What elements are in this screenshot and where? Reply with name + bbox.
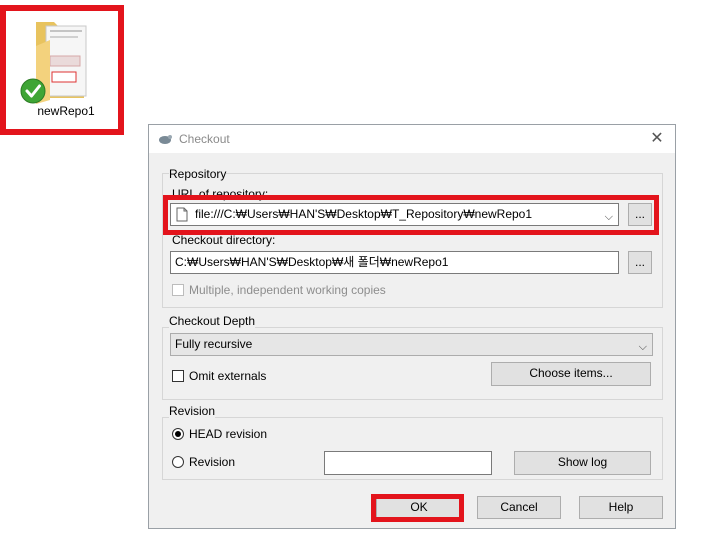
dialog-title: Checkout xyxy=(179,132,230,146)
highlight-url-field xyxy=(163,195,659,235)
checkout-directory-input[interactable]: C:₩Users₩HAN'S₩Desktop₩새 폴더₩newRepo1 xyxy=(170,251,619,274)
title-bar: Checkout ✕ xyxy=(149,125,675,153)
revision-group-label: Revision xyxy=(169,404,216,418)
checkout-directory-label: Checkout directory: xyxy=(172,233,276,247)
multiple-working-copies-label: Multiple, independent working copies xyxy=(189,283,386,297)
multiple-working-copies-checkbox[interactable] xyxy=(172,284,184,296)
repository-group-label: Repository xyxy=(169,167,227,181)
checkout-depth-group-label: Checkout Depth xyxy=(169,314,256,328)
cancel-button[interactable]: Cancel xyxy=(477,496,561,519)
revision-input[interactable] xyxy=(324,451,492,475)
omit-externals-checkbox[interactable] xyxy=(172,370,184,382)
revision-radio[interactable] xyxy=(172,456,184,468)
chevron-down-icon[interactable]: ⌵ xyxy=(639,337,647,355)
checkout-dialog: Checkout ✕ Repository URL of repository:… xyxy=(148,124,676,529)
highlight-ok-button xyxy=(371,494,464,522)
depth-select[interactable]: Fully recursive ⌵ xyxy=(170,333,653,356)
highlight-desktop-icon xyxy=(0,5,124,135)
help-button[interactable]: Help xyxy=(579,496,663,519)
show-log-button[interactable]: Show log xyxy=(514,451,651,475)
browse-directory-button[interactable]: ... xyxy=(628,251,652,274)
choose-items-button[interactable]: Choose items... xyxy=(491,362,651,386)
revision-label: Revision xyxy=(189,455,236,469)
close-button[interactable]: ✕ xyxy=(647,129,667,149)
head-revision-radio[interactable] xyxy=(172,428,184,440)
head-revision-label: HEAD revision xyxy=(189,427,268,441)
omit-externals-label: Omit externals xyxy=(189,369,267,383)
depth-value: Fully recursive xyxy=(175,337,253,351)
tortoise-icon xyxy=(159,135,172,144)
